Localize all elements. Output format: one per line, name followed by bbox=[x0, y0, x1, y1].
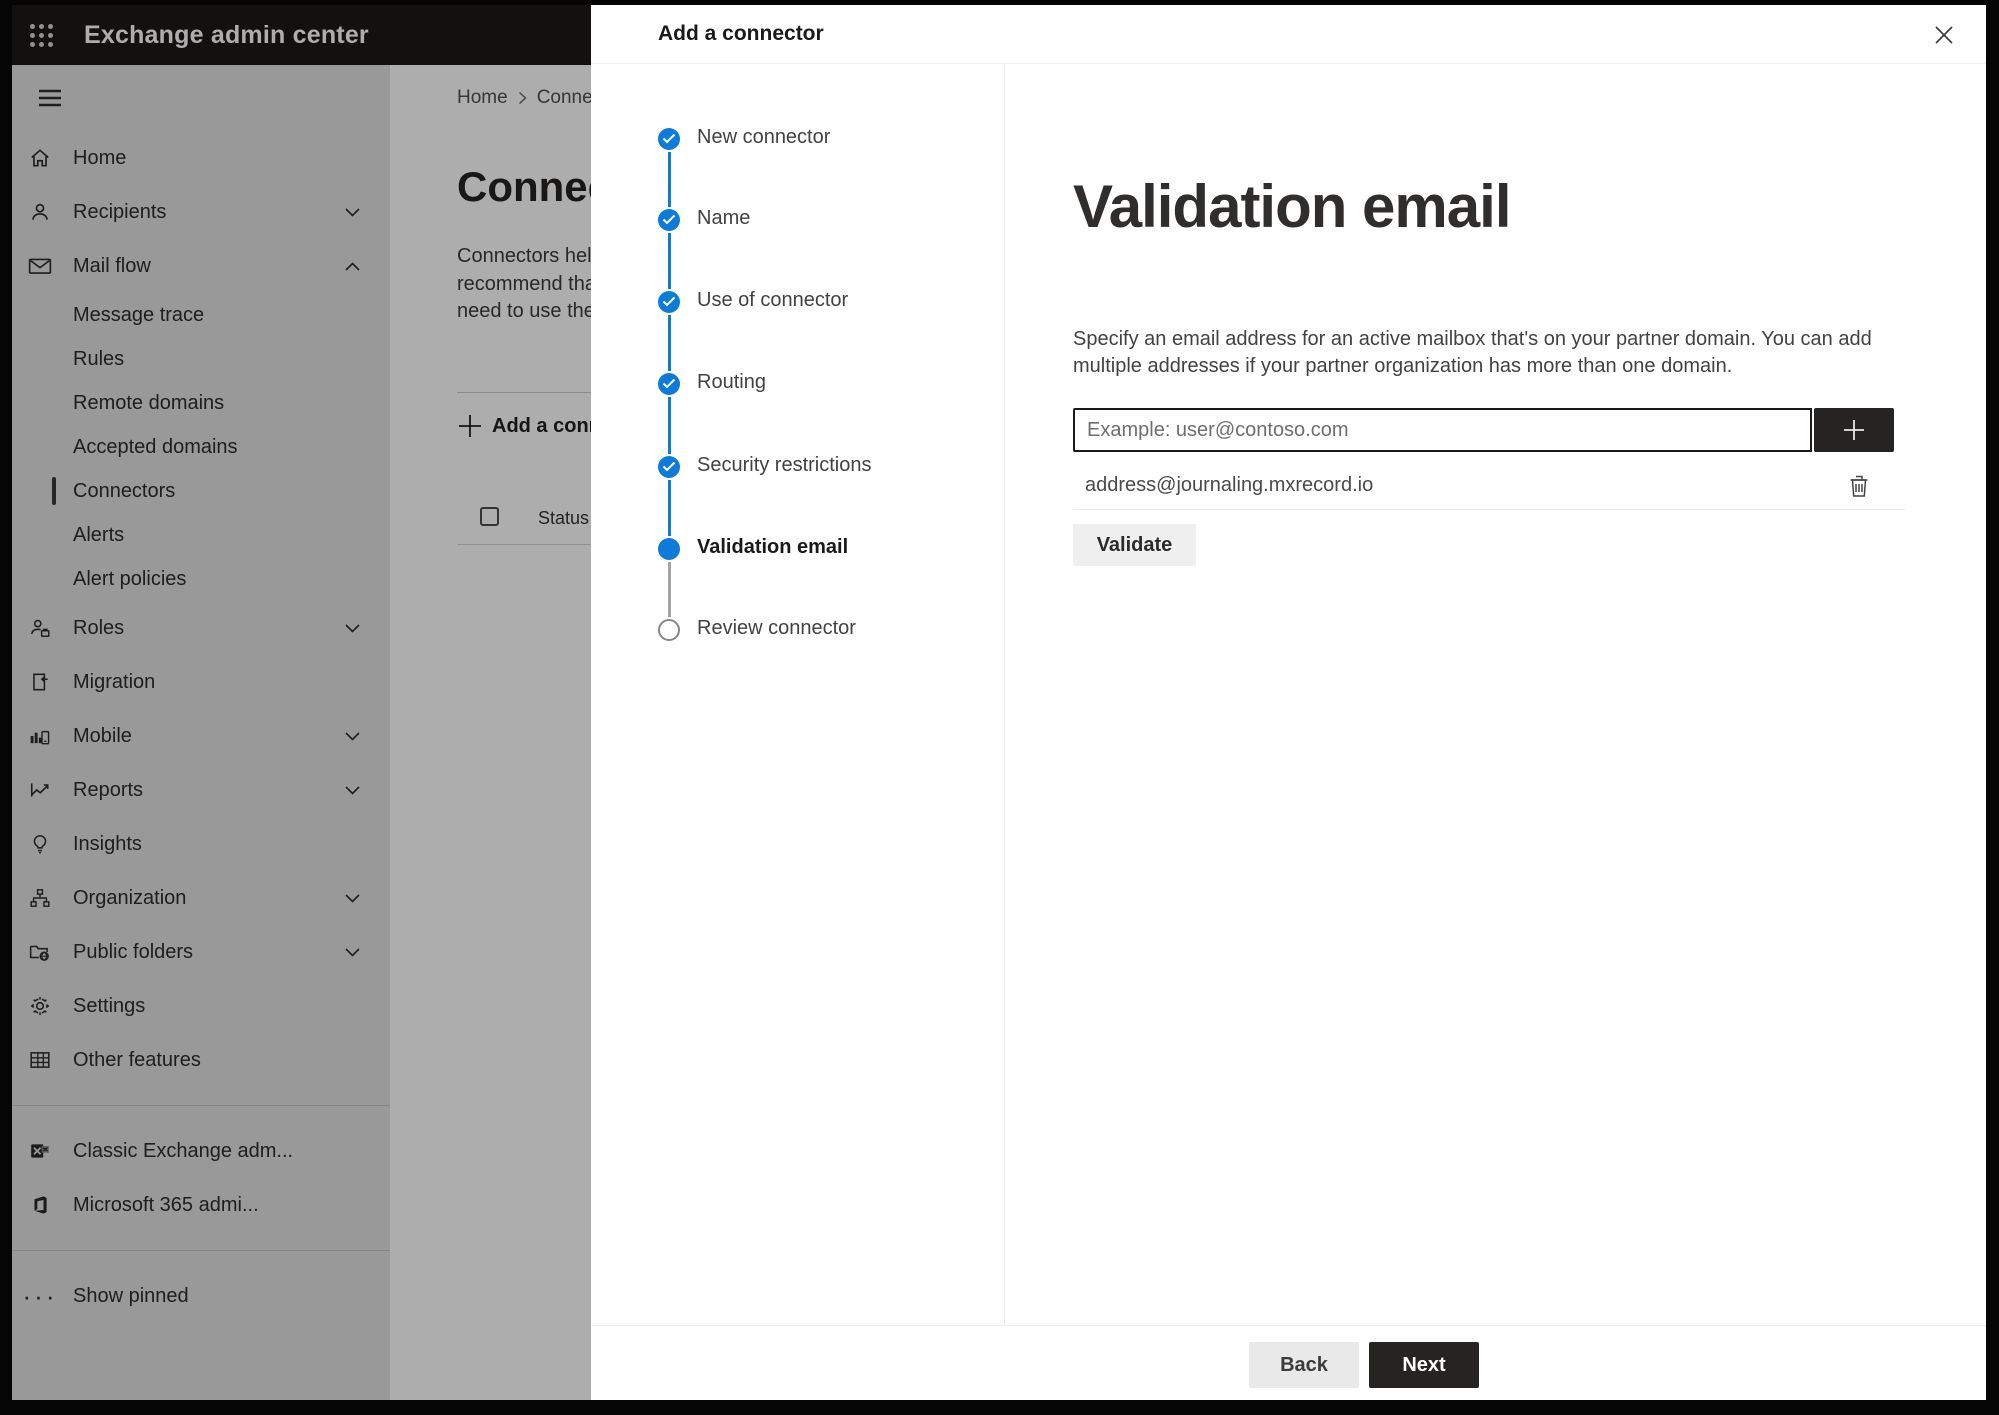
email-address-row: address@journaling.mxrecord.io bbox=[1073, 462, 1905, 510]
app-window: Exchange admin center Home Recipients Ma… bbox=[12, 5, 1986, 1400]
step-connector-line bbox=[668, 480, 671, 536]
panel-footer: Back Next bbox=[591, 1325, 1986, 1400]
step-label: Use of connector bbox=[697, 289, 849, 311]
add-connector-panel: Add a connector New connector Name Use o… bbox=[591, 5, 1986, 1400]
panel-title: Add a connector bbox=[658, 22, 824, 45]
panel-header: Add a connector bbox=[591, 5, 1986, 64]
step-description: Specify an email address for an active m… bbox=[1073, 328, 1872, 377]
step-label: Name bbox=[697, 207, 751, 229]
step-label: Validation email bbox=[697, 536, 849, 558]
add-email-button[interactable] bbox=[1814, 408, 1894, 452]
step-connector-line bbox=[668, 397, 671, 454]
step-done-icon bbox=[658, 128, 680, 150]
plus-icon bbox=[1844, 420, 1864, 440]
step-label: Security restrictions bbox=[697, 454, 872, 476]
step-done-icon bbox=[658, 209, 680, 231]
step-done-icon bbox=[658, 291, 680, 313]
email-address-value: address@journaling.mxrecord.io bbox=[1085, 474, 1374, 496]
wizard-stepper: New connector Name Use of connector Rout… bbox=[591, 64, 1005, 1325]
next-button[interactable]: Next bbox=[1369, 1342, 1479, 1388]
step-done-icon bbox=[658, 373, 680, 395]
step-heading: Validation email bbox=[1073, 173, 1511, 240]
step-connector-line bbox=[668, 233, 671, 289]
back-button[interactable]: Back bbox=[1249, 1342, 1359, 1388]
validation-email-input[interactable] bbox=[1073, 408, 1812, 452]
step-todo-icon bbox=[658, 619, 680, 641]
delete-address-button[interactable] bbox=[1843, 470, 1875, 502]
trash-icon bbox=[1850, 475, 1868, 497]
validate-button[interactable]: Validate bbox=[1073, 524, 1196, 566]
step-connector-line bbox=[668, 152, 671, 207]
close-icon bbox=[1935, 26, 1953, 44]
step-connector-line bbox=[668, 315, 671, 371]
screenshot-frame: Exchange admin center Home Recipients Ma… bbox=[0, 0, 1999, 1415]
step-done-icon bbox=[658, 456, 680, 478]
validation-email-step-content: Validation email Specify an email addres… bbox=[1006, 64, 1986, 1325]
email-input-row bbox=[1073, 408, 1894, 452]
step-connector-line bbox=[668, 562, 671, 617]
step-active-icon bbox=[658, 538, 680, 560]
step-label: Review connector bbox=[697, 617, 856, 639]
close-button[interactable] bbox=[1924, 15, 1964, 55]
step-label: New connector bbox=[697, 126, 831, 148]
step-label: Routing bbox=[697, 371, 766, 393]
